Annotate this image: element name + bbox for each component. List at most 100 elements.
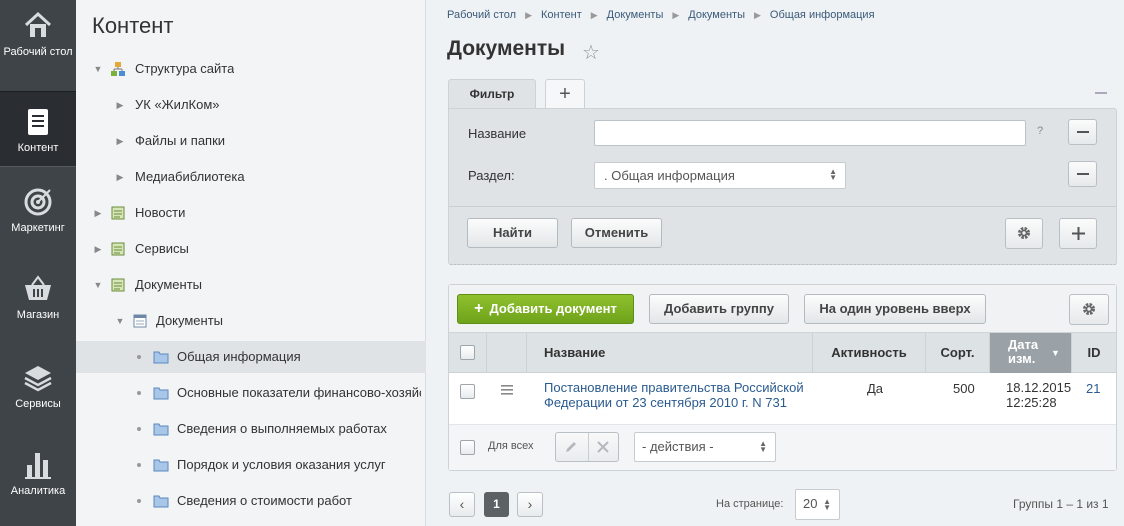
tree-item-financial[interactable]: Основные показатели финансово-хозяйс xyxy=(76,377,426,409)
remove-section-filter-button[interactable] xyxy=(1068,161,1097,187)
breadcrumb-item[interactable]: Рабочий стол xyxy=(447,9,516,21)
plus-icon xyxy=(1071,227,1085,240)
remove-name-filter-button[interactable] xyxy=(1068,119,1097,145)
tree-title: Контент xyxy=(92,13,174,38)
tree-item-uk-zhilkom[interactable]: ▶ УК «ЖилКом» xyxy=(76,89,426,121)
breadcrumb: Рабочий стол ▶ Контент ▶ Документы ▶ Документы… xyxy=(447,9,875,21)
column-header-sort[interactable]: Сорт. xyxy=(926,333,990,373)
add-filter-field-button[interactable] xyxy=(1059,218,1097,249)
document-name-line: Постановление правительства Российской xyxy=(544,380,804,395)
filter-divider xyxy=(449,206,1116,207)
gear-icon xyxy=(1018,227,1030,239)
time-line: 12:25:28 xyxy=(1006,395,1057,410)
delete-icon[interactable] xyxy=(597,441,609,453)
bar-chart-icon xyxy=(25,453,51,479)
pencil-icon[interactable] xyxy=(564,440,578,454)
menu-item-desktop[interactable]: Рабочий стол xyxy=(0,10,76,82)
select-arrows-icon: ▲ ▼ xyxy=(759,439,767,454)
current-page[interactable]: 1 xyxy=(484,492,509,517)
breadcrumb-item[interactable]: Документы xyxy=(607,9,664,21)
row-menu-icon[interactable] xyxy=(501,385,513,395)
level-up-button[interactable]: На один уровень вверх xyxy=(804,294,986,324)
filter-tab[interactable]: Фильтр xyxy=(448,79,536,110)
tree-item-documents[interactable]: ▼ Документы xyxy=(76,305,426,337)
document-name-link[interactable]: Постановление правительства Российской Ф… xyxy=(544,380,804,410)
tree-item-works[interactable]: Сведения о выполняемых работах xyxy=(76,413,426,445)
group-actions-value: - действия - xyxy=(642,439,714,454)
collapsed-arrow-icon[interactable]: ▶ xyxy=(115,161,125,193)
tree-item-site-structure[interactable]: ▼ Структура сайта xyxy=(76,53,426,85)
grid-header: Название Активность Сорт. Дата изм. ▼ ID xyxy=(449,333,1116,373)
tree-item-documents-type[interactable]: ▼ Документы xyxy=(76,269,426,301)
add-filter-tab-button[interactable]: + xyxy=(545,79,585,108)
actions-column-header xyxy=(487,333,527,373)
group-edit-controls xyxy=(555,432,619,462)
column-header-date[interactable]: Дата изм. ▼ xyxy=(990,333,1072,373)
collapsed-arrow-icon[interactable]: ▶ xyxy=(93,197,103,229)
column-header-active[interactable]: Активность xyxy=(813,333,926,373)
menu-label: Аналитика xyxy=(10,485,66,497)
next-page-button[interactable]: › xyxy=(517,492,543,517)
expanded-arrow-icon[interactable]: ▼ xyxy=(93,269,103,301)
minus-icon xyxy=(1076,131,1089,133)
menu-item-analytics[interactable]: Аналитика xyxy=(0,449,76,505)
date-line: 18.12.2015 xyxy=(1006,380,1072,395)
section-select[interactable]: . Общая информация ▲ ▼ xyxy=(594,162,846,189)
column-header-date-label: Дата изм. xyxy=(1008,337,1039,366)
tree-item-services[interactable]: ▶ Сервисы xyxy=(76,233,426,265)
id-cell[interactable]: 21 xyxy=(1086,381,1100,396)
expanded-arrow-icon[interactable]: ▼ xyxy=(115,305,125,337)
tree-item-label: УК «ЖилКом» xyxy=(135,97,220,112)
select-arrows-icon: ▲ ▼ xyxy=(823,497,831,512)
expanded-arrow-icon[interactable]: ▼ xyxy=(93,53,103,85)
active-cell: Да xyxy=(867,381,884,396)
per-page-select[interactable]: 20 ▲ ▼ xyxy=(795,489,840,520)
grid-settings-button[interactable] xyxy=(1069,294,1109,325)
menu-label: Рабочий стол xyxy=(3,46,73,58)
menu-item-marketing[interactable]: Маркетинг xyxy=(0,186,76,242)
tree-item-media[interactable]: ▶ Медиабиблиотека xyxy=(76,161,426,193)
collapsed-arrow-icon[interactable]: ▶ xyxy=(115,89,125,121)
group-actions-select[interactable]: - действия - ▲ ▼ xyxy=(634,432,776,462)
tree-item-cost[interactable]: Сведения о стоимости работ xyxy=(76,485,426,517)
gear-icon xyxy=(1083,303,1095,315)
site-structure-icon xyxy=(111,62,125,76)
menu-item-content[interactable]: Контент xyxy=(0,91,76,167)
find-button[interactable]: Найти xyxy=(467,218,558,248)
tree-item-label: Файлы и папки xyxy=(135,133,226,148)
row-checkbox[interactable] xyxy=(460,384,475,399)
collapsed-arrow-icon[interactable]: ▶ xyxy=(93,233,103,265)
section-label: Раздел: xyxy=(468,168,515,183)
column-header-id[interactable]: ID xyxy=(1072,333,1116,373)
bullet-icon xyxy=(137,355,141,359)
add-document-button[interactable]: + Добавить документ xyxy=(457,294,634,324)
select-all-cell xyxy=(449,333,487,373)
collapsed-arrow-icon[interactable]: ▶ xyxy=(115,125,125,157)
breadcrumb-item[interactable]: Общая информация xyxy=(770,9,875,21)
column-header-name[interactable]: Название xyxy=(527,333,813,373)
grid-footer: Для всех - действия - ▲ ▼ xyxy=(449,424,1116,470)
tree-item-conditions[interactable]: Порядок и условия оказания услуг xyxy=(76,449,426,481)
folder-icon xyxy=(153,459,169,472)
name-filter-input[interactable] xyxy=(594,120,1026,146)
cancel-button[interactable]: Отменить xyxy=(571,218,662,248)
table-row[interactable]: Постановление правительства Российской Ф… xyxy=(449,374,1116,424)
tree-item-files[interactable]: ▶ Файлы и папки xyxy=(76,125,426,157)
tree-item-label: Сведения о стоимости работ xyxy=(177,493,352,508)
prev-page-button[interactable]: ‹ xyxy=(449,492,475,517)
breadcrumb-separator-icon: ▶ xyxy=(672,10,680,20)
for-all-checkbox[interactable] xyxy=(460,440,475,455)
breadcrumb-item[interactable]: Контент xyxy=(541,9,582,21)
help-icon[interactable]: ? xyxy=(1037,125,1043,137)
menu-item-shop[interactable]: Магазин xyxy=(0,273,76,329)
minimize-filter-icon[interactable] xyxy=(1095,92,1107,94)
breadcrumb-item[interactable]: Документы xyxy=(688,9,745,21)
menu-item-services[interactable]: Сервисы xyxy=(0,362,76,418)
document-name-line: Федерации от 23 сентября 2010 г. N 731 xyxy=(544,395,787,410)
select-all-checkbox[interactable] xyxy=(460,345,475,360)
filter-settings-button[interactable] xyxy=(1005,218,1043,249)
tree-item-general-info[interactable]: Общая информация xyxy=(76,341,426,373)
add-group-button[interactable]: Добавить группу xyxy=(649,294,789,324)
favorite-star-icon[interactable]: ☆ xyxy=(582,40,600,65)
tree-item-news[interactable]: ▶ Новости xyxy=(76,197,426,229)
